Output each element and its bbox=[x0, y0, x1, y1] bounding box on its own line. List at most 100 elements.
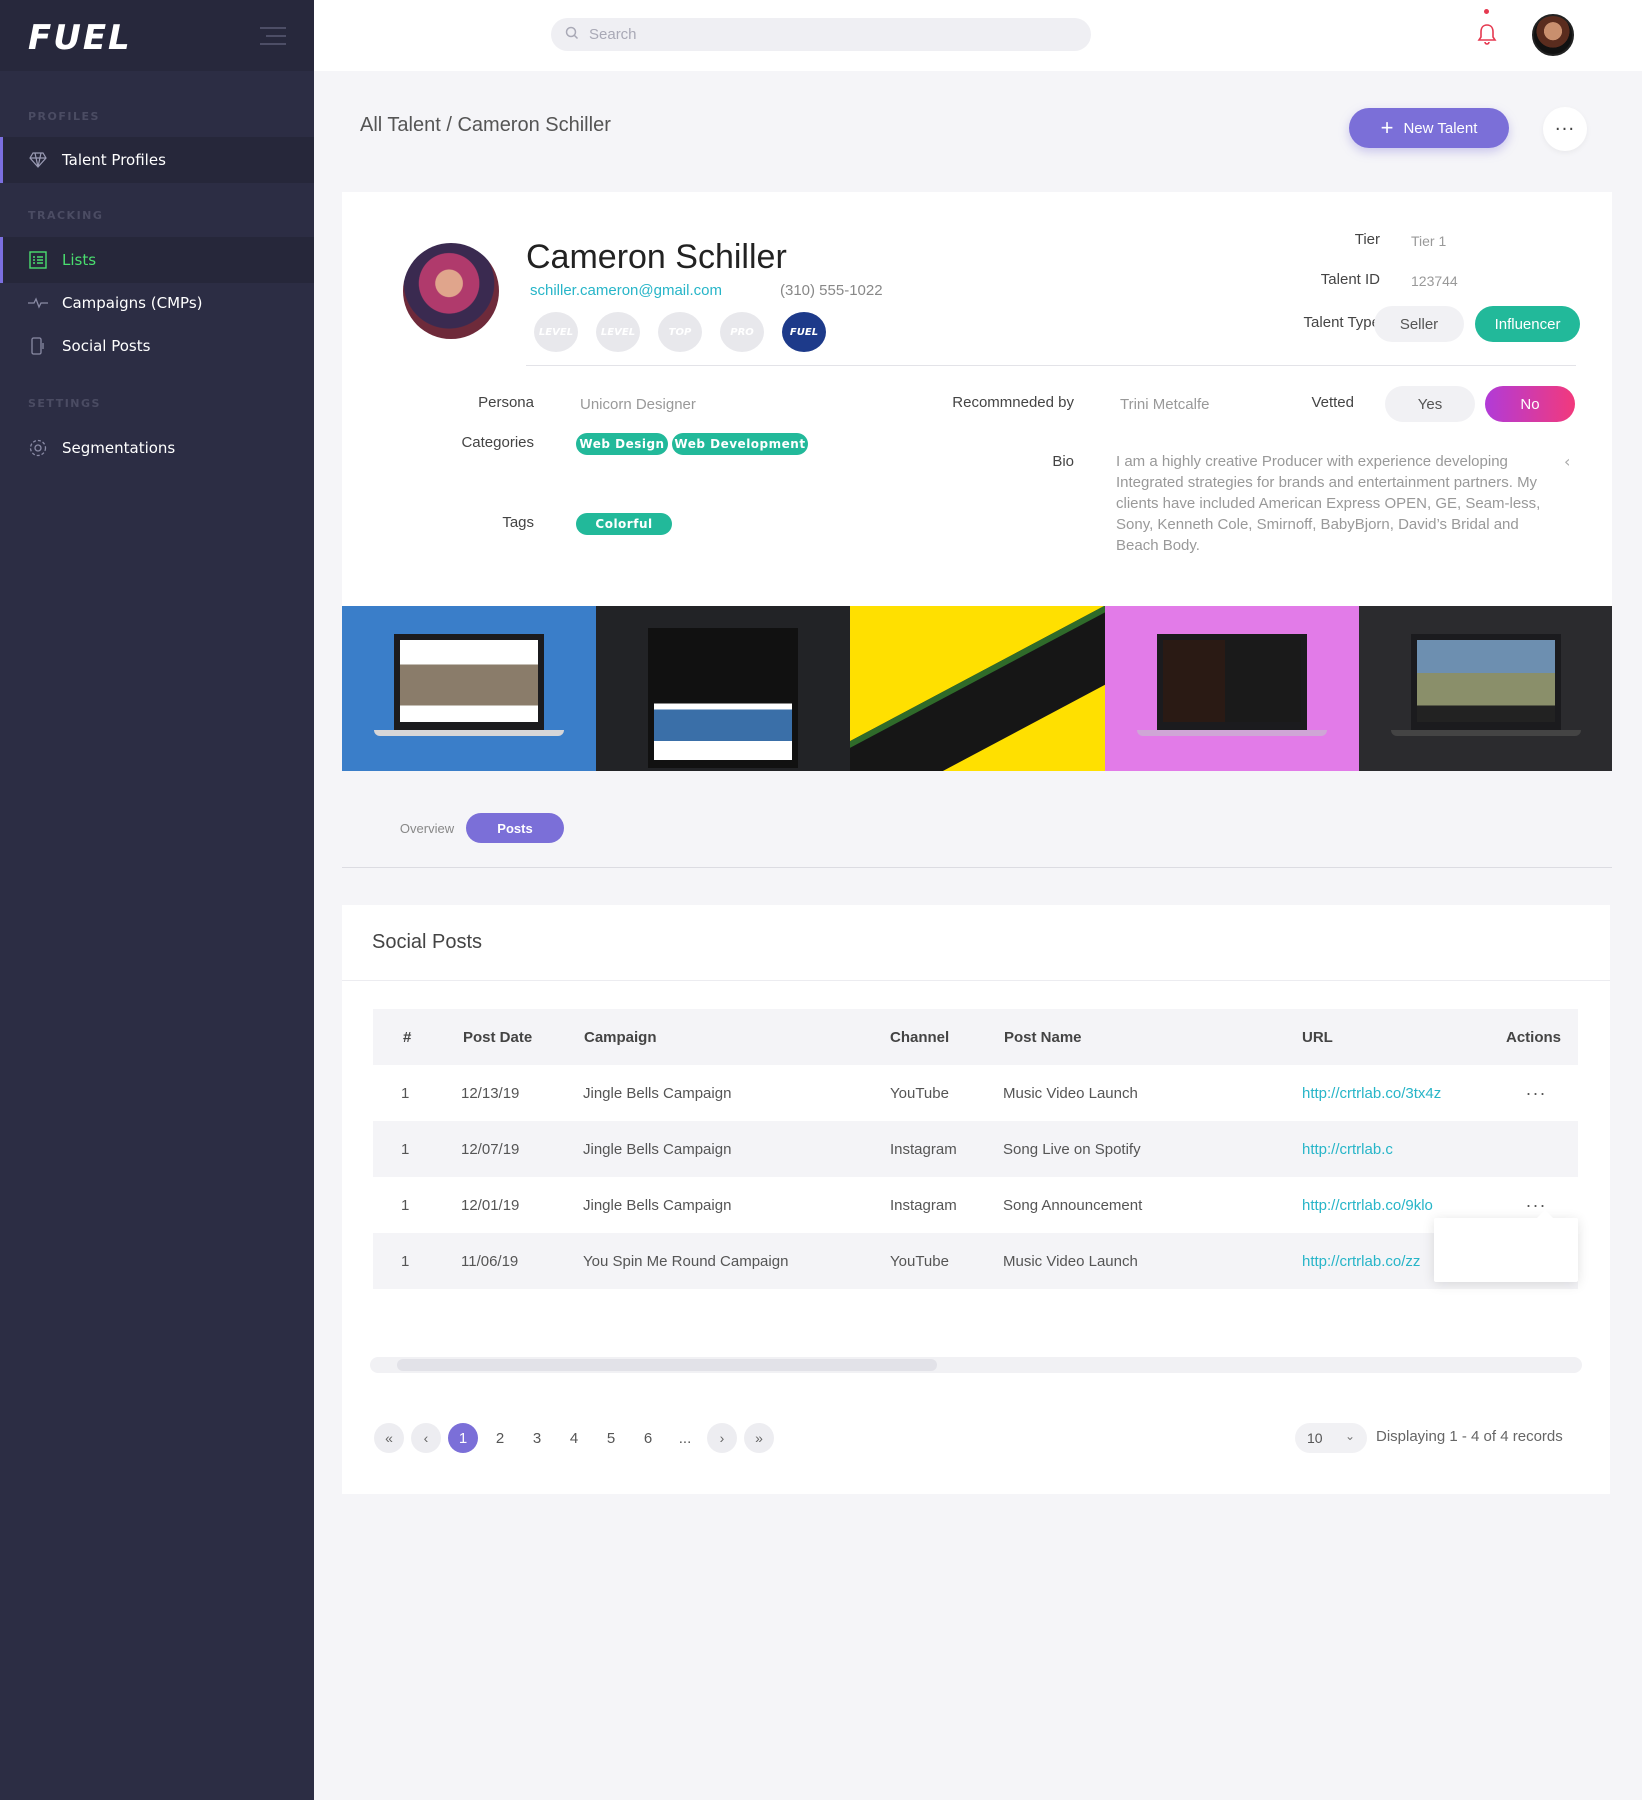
laptop-mockup bbox=[1157, 634, 1307, 730]
cell-post-name: Music Video Launch bbox=[1003, 1084, 1138, 1102]
records-count: Displaying 1 - 4 of 4 records bbox=[1376, 1428, 1563, 1445]
user-avatar[interactable] bbox=[1532, 14, 1574, 56]
search-input[interactable] bbox=[589, 26, 1069, 43]
vetted-no-toggle[interactable]: No bbox=[1485, 386, 1575, 422]
category-chip[interactable]: Web Development bbox=[672, 433, 808, 455]
row-actions-popover[interactable] bbox=[1434, 1210, 1578, 1282]
sidebar-item-talent-profiles[interactable]: Talent Profiles bbox=[0, 137, 314, 183]
talent-type-influencer-toggle[interactable]: Influencer bbox=[1475, 306, 1580, 342]
plus-icon: + bbox=[1380, 115, 1394, 140]
portfolio-image[interactable] bbox=[1105, 606, 1359, 771]
column-header[interactable]: Post Date bbox=[463, 1029, 532, 1046]
cell-channel: Instagram bbox=[890, 1196, 957, 1214]
column-header[interactable]: Campaign bbox=[584, 1029, 657, 1046]
cell-index: 1 bbox=[401, 1140, 410, 1158]
gear-icon bbox=[28, 438, 48, 458]
cell-post-name: Song Live on Spotify bbox=[1003, 1140, 1141, 1158]
page-button[interactable]: 3 bbox=[522, 1423, 552, 1453]
section-label-tracking: TRACKING bbox=[28, 209, 104, 222]
cell-url-link[interactable]: http://crtrlab.c bbox=[1302, 1141, 1393, 1158]
talent-id-value: 123744 bbox=[1411, 273, 1458, 289]
new-talent-button[interactable]: + New Talent bbox=[1349, 108, 1509, 148]
column-header[interactable]: URL bbox=[1302, 1029, 1333, 1046]
laptop-mockup bbox=[648, 628, 798, 768]
cell-channel: Instagram bbox=[890, 1140, 957, 1158]
portfolio-image[interactable] bbox=[342, 606, 596, 771]
profile-tabs: Overview Posts bbox=[342, 812, 1612, 868]
sidebar-item-label: Talent Profiles bbox=[62, 151, 166, 169]
column-header[interactable]: Channel bbox=[890, 1029, 949, 1046]
social-posts-table: # Post Date Campaign Channel Post Name U… bbox=[373, 1009, 1578, 1289]
section-label-profiles: PROFILES bbox=[28, 110, 100, 123]
first-page-button[interactable]: « bbox=[374, 1423, 404, 1453]
talent-type-label: Talent Type bbox=[1303, 314, 1380, 331]
sidebar-item-social-posts[interactable]: Social Posts bbox=[0, 323, 314, 369]
horizontal-scrollbar[interactable] bbox=[370, 1357, 1582, 1373]
phone-icon bbox=[28, 336, 48, 356]
page-button[interactable]: 1 bbox=[448, 1423, 478, 1453]
persona-value: Unicorn Designer bbox=[580, 396, 696, 413]
laptop-mockup bbox=[1410, 634, 1561, 730]
laptop-base bbox=[1390, 730, 1581, 736]
level-badge-icon: LEVEL bbox=[596, 312, 640, 352]
page-button[interactable]: 4 bbox=[559, 1423, 589, 1453]
cell-post-date: 12/07/19 bbox=[461, 1140, 520, 1158]
last-page-button[interactable]: » bbox=[744, 1423, 774, 1453]
search-icon bbox=[565, 25, 579, 44]
row-actions-button[interactable]: ... bbox=[1526, 1191, 1547, 1212]
categories-label: Categories bbox=[461, 434, 534, 451]
cell-url-link[interactable]: http://crtrlab.co/9klo bbox=[1302, 1197, 1433, 1214]
tab-overview[interactable]: Overview bbox=[382, 813, 472, 843]
profile-email[interactable]: schiller.cameron@gmail.com bbox=[530, 282, 722, 299]
cell-index: 1 bbox=[401, 1084, 410, 1102]
sidebar-item-label: Social Posts bbox=[62, 337, 151, 355]
page-button[interactable]: 2 bbox=[485, 1423, 515, 1453]
badge-list: LEVEL LEVEL TOP PRO FUEL bbox=[534, 312, 826, 352]
sidebar-item-lists[interactable]: Lists bbox=[0, 237, 314, 283]
chevron-left-icon[interactable]: ‹ bbox=[1564, 452, 1570, 471]
level-badge-icon: LEVEL bbox=[534, 312, 578, 352]
section-label-settings: SETTINGS bbox=[28, 397, 101, 410]
column-header[interactable]: # bbox=[403, 1029, 411, 1046]
row-actions-button[interactable]: ... bbox=[1526, 1079, 1547, 1100]
hamburger-menu-icon[interactable] bbox=[260, 27, 286, 51]
search-bar[interactable] bbox=[551, 18, 1091, 51]
portfolio-image[interactable] bbox=[596, 606, 850, 771]
pagination: « ‹ 1 2 3 4 5 6 ... › » bbox=[374, 1423, 781, 1453]
sidebar-item-campaigns[interactable]: Campaigns (CMPs) bbox=[0, 280, 314, 326]
fuel-logo[interactable]: FUEL bbox=[28, 18, 132, 58]
cell-campaign: Jingle Bells Campaign bbox=[583, 1084, 732, 1102]
portfolio-gallery bbox=[342, 606, 1612, 771]
stripe-graphic bbox=[850, 606, 1105, 771]
category-chip[interactable]: Web Design bbox=[576, 433, 668, 455]
prev-page-button[interactable]: ‹ bbox=[411, 1423, 441, 1453]
laptop-base bbox=[1137, 730, 1327, 736]
fuel-badge-icon: FUEL bbox=[782, 312, 826, 352]
portfolio-image[interactable] bbox=[1359, 606, 1612, 771]
cell-url-link[interactable]: http://crtrlab.co/3tx4z bbox=[1302, 1085, 1441, 1102]
portfolio-image[interactable] bbox=[850, 606, 1105, 771]
bell-icon[interactable] bbox=[1476, 22, 1498, 50]
column-header[interactable]: Post Name bbox=[1004, 1029, 1082, 1046]
cell-url-link[interactable]: http://crtrlab.co/zz bbox=[1302, 1253, 1420, 1270]
social-posts-card: Social Posts # Post Date Campaign Channe… bbox=[342, 905, 1610, 1494]
talent-type-seller-toggle[interactable]: Seller bbox=[1374, 306, 1464, 342]
vetted-yes-toggle[interactable]: Yes bbox=[1385, 386, 1475, 422]
breadcrumb[interactable]: All Talent / Cameron Schiller bbox=[360, 114, 611, 137]
more-options-button[interactable]: ··· bbox=[1543, 107, 1587, 151]
vetted-label: Vetted bbox=[1311, 394, 1354, 411]
page-button[interactable]: 6 bbox=[633, 1423, 663, 1453]
per-page-select[interactable]: 10 ⌄ bbox=[1295, 1423, 1367, 1453]
tags-label: Tags bbox=[502, 514, 534, 531]
tab-posts[interactable]: Posts bbox=[466, 813, 564, 843]
sidebar-item-segmentations[interactable]: Segmentations bbox=[0, 425, 314, 471]
tag-chip[interactable]: Colorful bbox=[576, 513, 672, 535]
sidebar-header: FUEL bbox=[0, 0, 314, 71]
pro-badge-icon: PRO bbox=[720, 312, 764, 352]
table-row: 1 12/01/19 Jingle Bells Campaign Instagr… bbox=[373, 1177, 1578, 1233]
social-posts-title: Social Posts bbox=[372, 931, 483, 953]
next-page-button[interactable]: › bbox=[707, 1423, 737, 1453]
card-divider bbox=[342, 980, 1610, 981]
scrollbar-thumb[interactable] bbox=[397, 1359, 937, 1371]
page-button[interactable]: 5 bbox=[596, 1423, 626, 1453]
